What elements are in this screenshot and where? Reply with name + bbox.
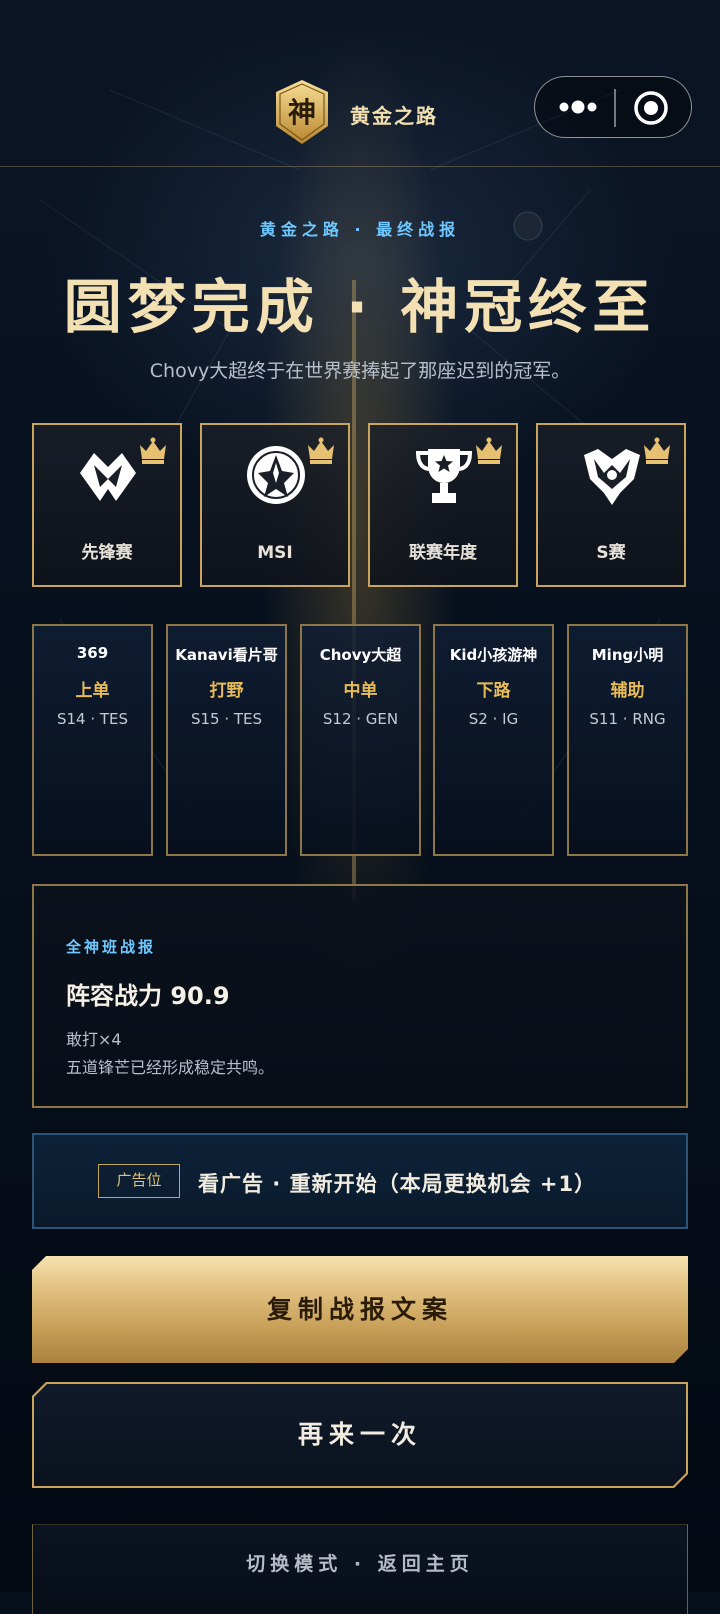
player-card-mid[interactable]: Chovy大超 中单 S12 · GEN — [300, 624, 421, 856]
player-card-top[interactable]: 369 上单 S14 · TES — [32, 624, 153, 856]
player-role: 下路 — [476, 681, 511, 701]
trophy-card-vanguard: 先锋赛 — [32, 423, 182, 587]
player-card-support[interactable]: Ming小明 辅助 S11 · RNG — [567, 624, 688, 856]
switch-mode-label: 切换模式 · 返回主页 — [246, 1553, 474, 1575]
player-name: Ming小明 — [591, 646, 664, 664]
logo-badge: 神 — [274, 78, 330, 146]
worlds-emblem-icon — [580, 443, 644, 507]
watch-ad-restart-button[interactable]: 广告位 看广告 · 重新开始（本局更换机会 +1） — [32, 1133, 688, 1229]
msi-emblem-icon — [244, 443, 308, 507]
player-team: S2 · IG — [468, 710, 519, 728]
player-team: S14 · TES — [56, 710, 129, 728]
player-team: S11 · RNG — [589, 710, 666, 728]
player-name: 369 — [76, 644, 109, 662]
switch-mode-button[interactable]: 切换模式 · 返回主页 — [32, 1524, 688, 1614]
top-bar: 神 黄金之路 — [0, 58, 720, 167]
trophy-card-worlds: S赛 — [536, 423, 686, 587]
mini-program-capsule — [534, 76, 692, 138]
section-kicker: 黄金之路 · 最终战报 — [259, 220, 461, 239]
report-label: 全神班战报 — [66, 938, 157, 956]
player-team: S15 · TES — [190, 710, 263, 728]
trophy-label: S赛 — [596, 543, 626, 563]
player-role: 上单 — [75, 681, 110, 701]
trophy-card-msi: MSI — [200, 423, 350, 587]
copy-report-button[interactable]: 复制战报文案 — [32, 1256, 688, 1363]
crown-icon — [138, 437, 168, 465]
player-role: 打野 — [209, 681, 244, 701]
player-role: 中单 — [343, 681, 378, 701]
trophy-label: 联赛年度 — [409, 543, 477, 563]
report-score: 阵容战力 90.9 — [66, 982, 230, 1010]
page-subtitle: Chovy大超终于在世界赛捧起了那座迟到的冠军。 — [149, 360, 571, 382]
trophy-label: MSI — [257, 543, 293, 563]
more-dots-icon[interactable] — [555, 92, 601, 122]
vanguard-emblem-icon — [76, 443, 140, 507]
app-title: 黄金之路 — [350, 104, 438, 128]
player-card-bot[interactable]: Kid小孩游神 下路 S2 · IG — [433, 624, 554, 856]
play-again-inner: 再来一次 — [34, 1384, 686, 1486]
player-name: Kanavi看片哥 — [175, 646, 278, 664]
player-name: Kid小孩游神 — [449, 646, 538, 664]
battle-report-panel: 全神班战报 阵容战力 90.9 敢打×4 五道锋芒已经形成稳定共鸣。 — [32, 884, 688, 1108]
crown-icon — [474, 437, 504, 465]
target-icon[interactable] — [633, 90, 669, 126]
trophy-cup-icon — [412, 443, 476, 507]
player-card-jungle[interactable]: Kanavi看片哥 打野 S15 · TES — [166, 624, 287, 856]
ad-text: 看广告 · 重新开始（本局更换机会 +1） — [198, 1172, 597, 1196]
play-again-label: 再来一次 — [297, 1420, 422, 1449]
report-description: 五道锋芒已经形成稳定共鸣。 — [66, 1058, 275, 1077]
trophy-card-league: 联赛年度 — [368, 423, 518, 587]
copy-report-label: 复制战报文案 — [266, 1295, 453, 1324]
trophy-label: 先锋赛 — [81, 543, 133, 563]
player-team: S12 · GEN — [322, 710, 399, 728]
capsule-divider — [614, 89, 616, 127]
page-title: 圆梦完成 · 神冠终至 — [63, 273, 657, 341]
play-again-button[interactable]: 再来一次 — [32, 1382, 688, 1488]
player-name: Chovy大超 — [319, 646, 402, 664]
report-tag: 敢打×4 — [66, 1030, 122, 1049]
crown-icon — [642, 437, 672, 465]
logo-char: 神 — [288, 96, 316, 129]
player-role: 辅助 — [610, 681, 645, 701]
ad-badge: 广告位 — [98, 1164, 180, 1198]
crown-icon — [306, 437, 336, 465]
